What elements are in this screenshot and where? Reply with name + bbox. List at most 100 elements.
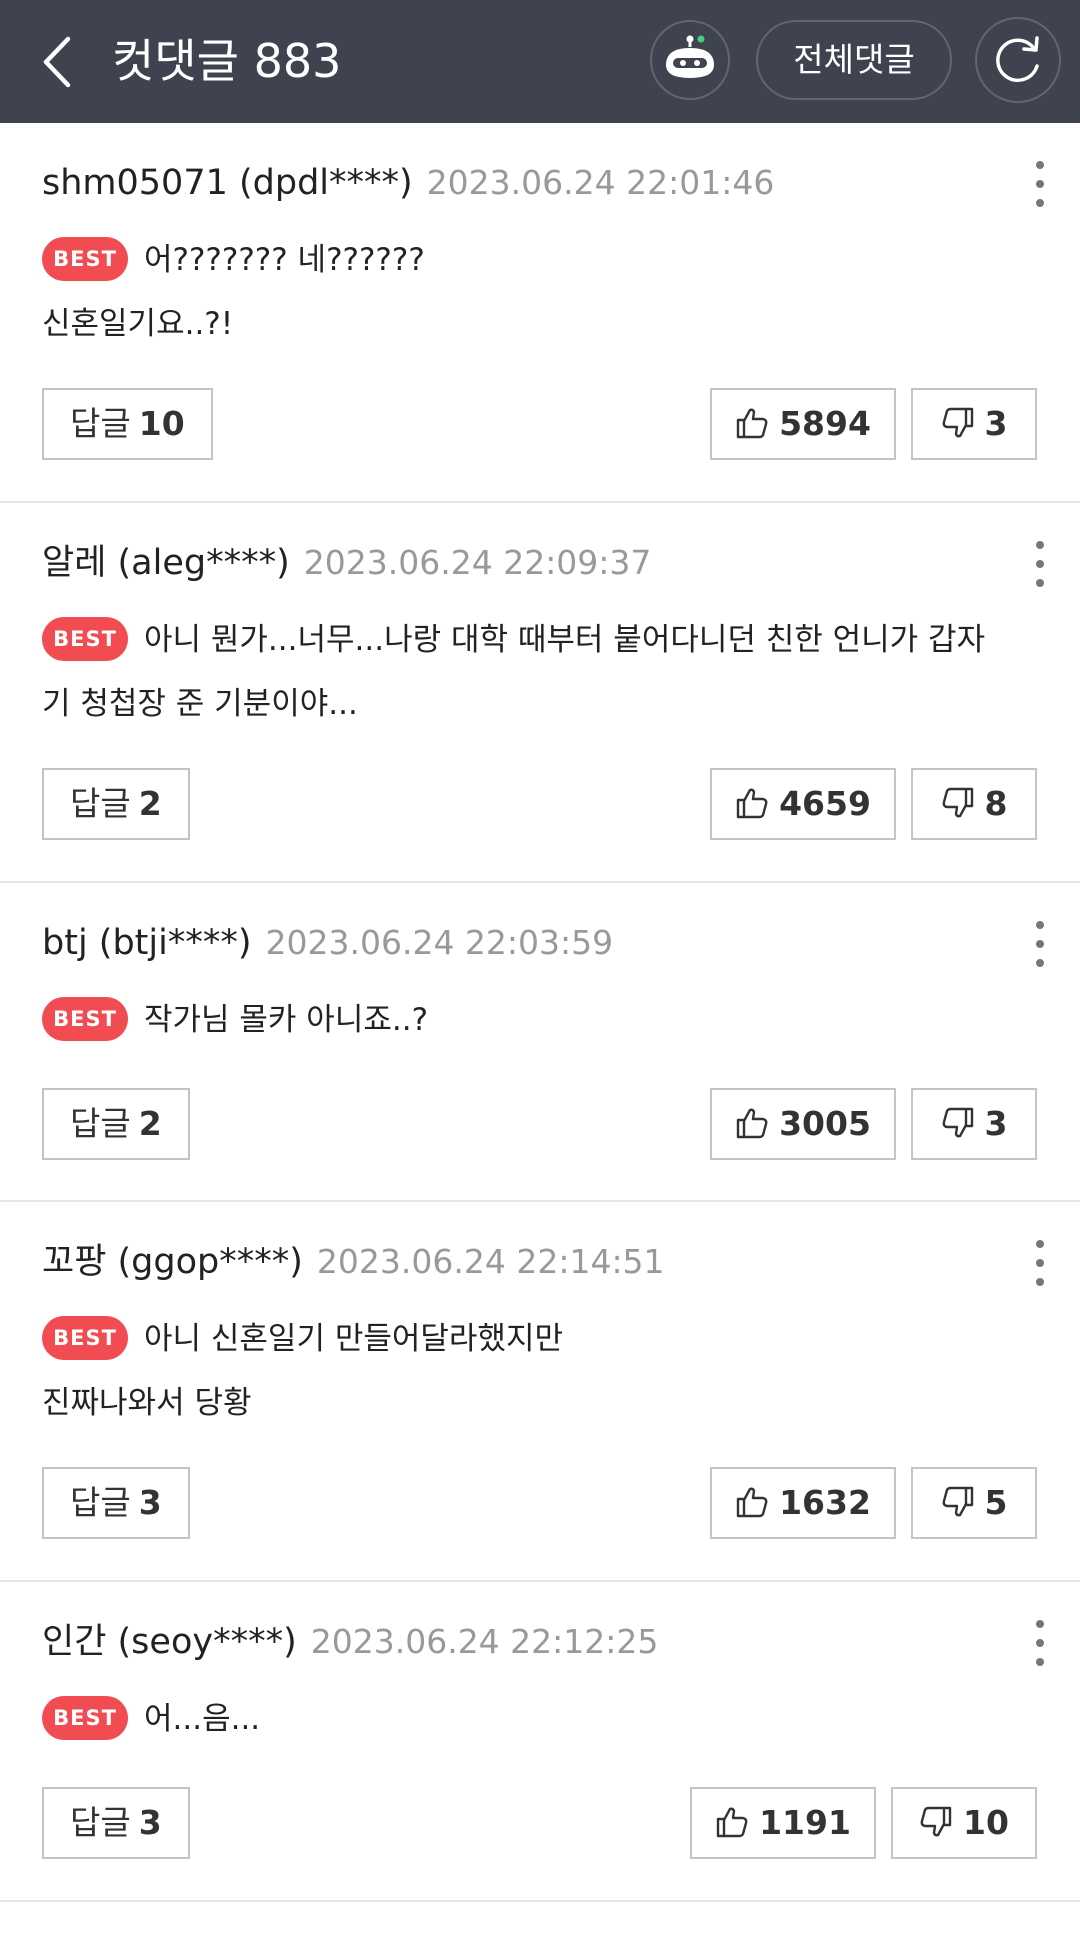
comment-text: 아니 신혼일기 만들어달라했지만: [144, 1321, 563, 1357]
thumbs-up-icon: [736, 788, 768, 818]
comment-body: BEST 작가님 몰카 아니죠..?: [42, 988, 1032, 1052]
reply-label: 답글: [70, 404, 131, 443]
more-dot: [1036, 579, 1044, 587]
comment-header: 알레 (aleg****) 2023.06.24 22:09:37: [42, 533, 651, 593]
best-badge: BEST: [42, 616, 128, 661]
dislike-count: 8: [984, 784, 1008, 823]
more-options-icon[interactable]: [1032, 1620, 1048, 1666]
top-bar: 컷댓글 883 전체댓글: [0, 0, 1080, 123]
dislike-count: 3: [984, 404, 1008, 443]
more-dot: [1036, 1639, 1044, 1647]
dislike-button[interactable]: 3: [911, 1088, 1037, 1160]
robot-icon: [666, 35, 714, 78]
more-dot: [1036, 560, 1044, 568]
dislike-button[interactable]: 10: [891, 1787, 1037, 1859]
more-dot: [1036, 1259, 1044, 1267]
comment-text: 기 청첩장 준 기분이야...: [42, 686, 358, 722]
like-button[interactable]: 1191: [690, 1787, 876, 1859]
more-options-icon[interactable]: [1032, 541, 1048, 587]
comment-date: 2023.06.24 22:03:59: [265, 923, 614, 962]
thumbs-up-icon: [736, 1487, 768, 1517]
like-count: 1632: [779, 1483, 871, 1522]
reply-button[interactable]: 답글 3: [42, 1787, 190, 1859]
comment-item: 인간 (seoy****) 2023.06.24 22:12:25 BEST 어...…: [0, 1582, 1080, 1902]
comment-date: 2023.06.24 22:01:46: [426, 163, 775, 202]
like-button[interactable]: 3005: [710, 1088, 896, 1160]
more-dot: [1036, 1240, 1044, 1248]
comment-text: 신혼일기요..?!: [42, 306, 234, 342]
robot-button[interactable]: [650, 20, 730, 100]
more-dot: [1036, 199, 1044, 207]
reply-label: 답글: [70, 784, 131, 823]
reply-count: 3: [138, 1483, 162, 1522]
thumbs-down-icon: [942, 787, 973, 817]
best-badge: BEST: [42, 236, 128, 281]
thumbs-down-icon: [942, 1486, 973, 1516]
comment-header: btj (btji****) 2023.06.24 22:03:59: [42, 913, 613, 973]
page-title: 컷댓글 883: [112, 34, 342, 88]
thumbs-down-icon: [920, 1806, 952, 1836]
like-button[interactable]: 4659: [710, 768, 896, 840]
comment-author[interactable]: shm05071 (dpdl****): [42, 163, 413, 203]
all-comments-button[interactable]: 전체댓글: [756, 20, 952, 100]
like-count: 1191: [759, 1803, 851, 1842]
like-button[interactable]: 1632: [710, 1467, 896, 1539]
dislike-button[interactable]: 3: [911, 388, 1037, 460]
comment-item: shm05071 (dpdl****) 2023.06.24 22:01:46 BE…: [0, 123, 1080, 503]
reply-label: 답글: [70, 1104, 131, 1143]
comment-author[interactable]: 인간 (seoy****): [42, 1622, 297, 1662]
comment-date: 2023.06.24 22:14:51: [316, 1242, 665, 1281]
more-options-icon[interactable]: [1032, 161, 1048, 207]
best-badge: BEST: [42, 996, 128, 1041]
best-badge: BEST: [42, 1315, 128, 1360]
dislike-button[interactable]: 8: [911, 768, 1037, 840]
more-dot: [1036, 161, 1044, 169]
reply-button[interactable]: 답글 2: [42, 1088, 190, 1160]
comment-text: 어??????? 네??????: [144, 242, 425, 278]
reply-label: 답글: [70, 1803, 131, 1842]
reply-button[interactable]: 답글 3: [42, 1467, 190, 1539]
reply-count: 10: [138, 404, 185, 443]
more-dot: [1036, 940, 1044, 948]
comment-author[interactable]: 꼬팡 (ggop****): [42, 1242, 303, 1282]
refresh-icon: [996, 36, 1039, 83]
reply-button[interactable]: 답글 2: [42, 768, 190, 840]
reply-count: 3: [138, 1803, 162, 1842]
dislike-count: 3: [984, 1104, 1008, 1143]
more-options-icon[interactable]: [1032, 1240, 1048, 1286]
reply-count: 2: [138, 784, 162, 823]
more-options-icon[interactable]: [1032, 921, 1048, 967]
thumbs-down-icon: [942, 1107, 973, 1137]
comment-date: 2023.06.24 22:09:37: [303, 543, 652, 582]
reply-label: 답글: [70, 1483, 131, 1522]
comment-author[interactable]: btj (btji****): [42, 923, 252, 963]
like-button[interactable]: 5894: [710, 388, 896, 460]
more-dot: [1036, 959, 1044, 967]
comment-item: 알레 (aleg****) 2023.06.24 22:09:37 BEST 아니 뭔…: [0, 503, 1080, 883]
comment-body: BEST 어??????? 네?????? 신혼일기요..?!: [42, 228, 1032, 356]
like-count: 5894: [779, 404, 871, 443]
back-arrow-icon[interactable]: [38, 35, 78, 89]
comment-header: 인간 (seoy****) 2023.06.24 22:12:25: [42, 1612, 658, 1672]
best-badge: BEST: [42, 1695, 128, 1740]
thumbs-down-icon: [942, 407, 973, 437]
comment-header: shm05071 (dpdl****) 2023.06.24 22:01:46: [42, 153, 774, 213]
more-dot: [1036, 541, 1044, 549]
more-dot: [1036, 1658, 1044, 1666]
reply-button[interactable]: 답글 10: [42, 388, 213, 460]
refresh-button[interactable]: [975, 17, 1061, 103]
dislike-count: 10: [963, 1803, 1009, 1842]
more-dot: [1036, 1278, 1044, 1286]
comment-body: BEST 어...음...: [42, 1687, 1032, 1751]
comment-date: 2023.06.24 22:12:25: [310, 1622, 659, 1661]
comment-author[interactable]: 알레 (aleg****): [42, 543, 290, 583]
comment-body: BEST 아니 뭔가...너무...나랑 대학 때부터 붙어다니던 친한 언니가 …: [42, 608, 1032, 736]
dislike-button[interactable]: 5: [911, 1467, 1037, 1539]
comment-item: btj (btji****) 2023.06.24 22:03:59 BEST 작가님…: [0, 883, 1080, 1202]
comment-text: 아니 뭔가...너무...나랑 대학 때부터 붙어다니던 친한 언니가 갑자: [144, 622, 986, 658]
like-count: 3005: [779, 1104, 871, 1143]
comment-header: 꼬팡 (ggop****) 2023.06.24 22:14:51: [42, 1232, 665, 1292]
thumbs-up-icon: [716, 1807, 748, 1837]
comment-text: 어...음...: [144, 1701, 261, 1737]
more-dot: [1036, 1620, 1044, 1628]
